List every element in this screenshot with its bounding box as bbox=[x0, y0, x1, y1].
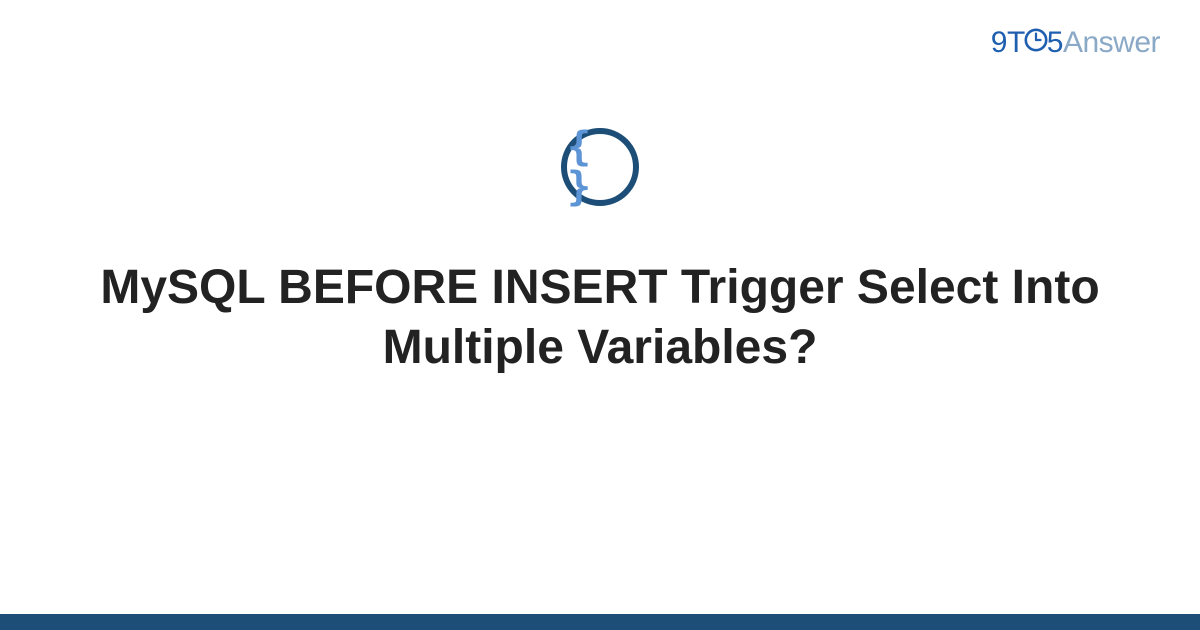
logo-part-t: T bbox=[1007, 26, 1025, 59]
hero-block: { } MySQL BEFORE INSERT Trigger Select I… bbox=[0, 128, 1200, 378]
question-title: MySQL BEFORE INSERT Trigger Select Into … bbox=[100, 258, 1100, 378]
site-logo: 9T 5Answer bbox=[991, 26, 1160, 60]
footer-accent-bar bbox=[0, 614, 1200, 630]
category-badge: { } bbox=[561, 128, 639, 206]
code-braces-icon: { } bbox=[567, 127, 633, 207]
logo-part-5: 5 bbox=[1047, 26, 1063, 59]
logo-clock-o-icon bbox=[1025, 28, 1047, 52]
logo-part-9: 9 bbox=[991, 26, 1007, 59]
logo-part-answer: Answer bbox=[1063, 26, 1160, 59]
